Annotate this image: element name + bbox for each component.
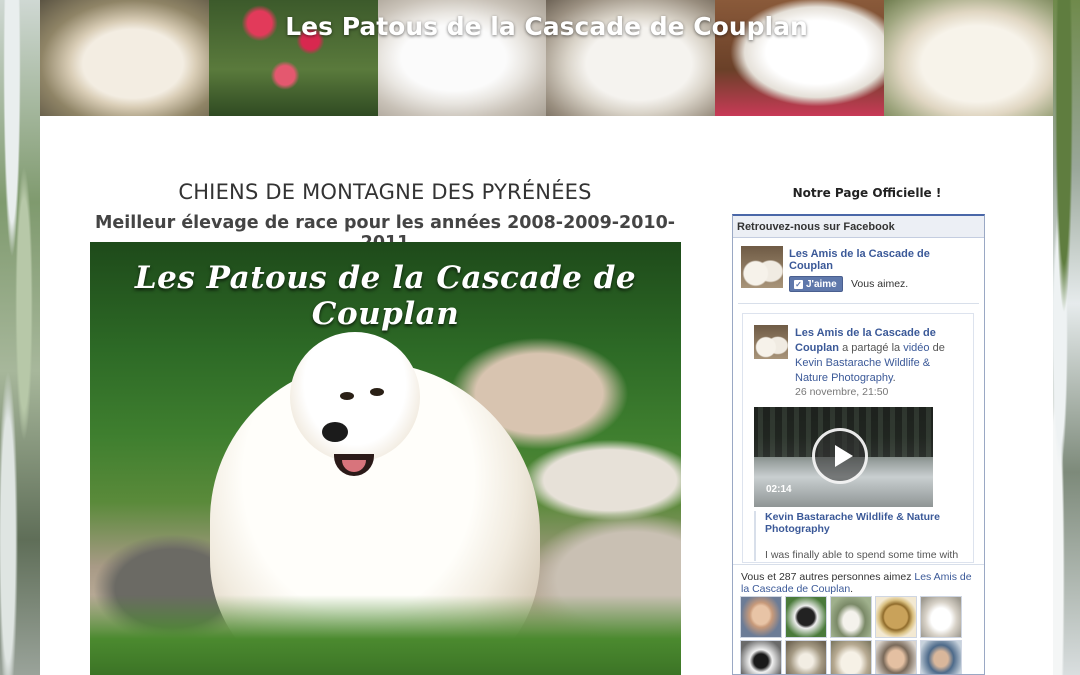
fan-avatar[interactable]	[785, 596, 827, 638]
fan-avatar[interactable]	[920, 640, 962, 674]
site-title[interactable]: Les Patous de la Cascade de Couplan	[40, 12, 1053, 41]
quote-text: I was finally able to spend some time wi…	[765, 549, 959, 561]
play-icon[interactable]	[812, 428, 868, 484]
fan-avatar[interactable]	[920, 596, 962, 638]
fan-avatar[interactable]	[830, 596, 872, 638]
post-period: .	[892, 372, 896, 384]
like-status: Vous aimez.	[851, 278, 909, 290]
page-title: CHIENS DE MONTAGNE DES PYRÉNÉES	[178, 180, 592, 204]
dog-eye-right	[370, 388, 384, 396]
facebook-page-header: Les Amis de la Cascade de Couplan ✓ J'aim…	[738, 238, 979, 304]
post-author-avatar[interactable]	[754, 325, 788, 359]
facebook-social-section: Vous et 287 autres personnes aimez Les A…	[733, 564, 984, 595]
social-context: Vous et 287 autres personnes aimez Les A…	[741, 571, 976, 595]
facebook-page-name-link[interactable]: Les Amis de la Cascade de Couplan	[789, 248, 939, 272]
facebook-post: Les Amis de la Cascade de Couplan a part…	[742, 313, 974, 563]
post-timestamp[interactable]: 26 novembre, 21:50	[795, 386, 888, 398]
dog-eye-left	[340, 392, 354, 400]
fan-avatar[interactable]	[875, 640, 917, 674]
fan-avatar[interactable]	[740, 596, 782, 638]
waterfall-background-left	[0, 0, 40, 675]
video-thumbnail[interactable]: 02:14	[754, 407, 933, 507]
grass-foreground	[90, 595, 681, 675]
fan-avatar[interactable]	[830, 640, 872, 674]
facebook-box-title: Retrouvez-nous sur Facebook	[733, 216, 984, 238]
shared-post-quote: Kevin Bastarache Wildlife & Nature Photo…	[754, 511, 964, 561]
header-banner: Les Patous de la Cascade de Couplan	[40, 0, 1053, 116]
post-source-link[interactable]: Kevin Bastarache Wildlife & Nature Photo…	[795, 357, 930, 384]
like-button-label: J'aime	[806, 279, 837, 290]
post-of-text: de	[932, 342, 945, 354]
post-shared-text: a partagé la	[842, 342, 901, 354]
like-button[interactable]: ✓ J'aime	[789, 276, 843, 292]
fan-avatar[interactable]	[875, 596, 917, 638]
fan-avatar[interactable]	[740, 640, 782, 674]
hero-overlay-title: Les Patous de la Cascade de Couplan	[134, 260, 637, 332]
hero-dog-photo: Les Patous de la Cascade de Couplan	[90, 242, 681, 675]
social-period: .	[850, 583, 854, 595]
dog-nose	[322, 422, 348, 442]
page-avatar[interactable]	[741, 246, 783, 288]
main-content: CHIENS DE MONTAGNE DES PYRÉNÉES Meilleur…	[40, 116, 1053, 675]
facebook-like-box: Retrouvez-nous sur Facebook Les Amis de …	[732, 214, 985, 675]
video-duration: 02:14	[766, 484, 792, 495]
post-shared-object-link[interactable]: vidéo	[903, 342, 929, 354]
fan-avatar[interactable]	[785, 640, 827, 674]
social-count-text: Vous et 287 autres personnes aimez	[741, 571, 912, 583]
dog-head-shape	[290, 332, 420, 462]
check-icon: ✓	[794, 280, 803, 289]
sidebar-heading: Notre Page Officielle !	[792, 186, 942, 200]
quote-author-link[interactable]: Kevin Bastarache Wildlife & Nature Photo…	[765, 511, 964, 535]
post-header-text: Les Amis de la Cascade de Couplan a part…	[795, 326, 965, 386]
